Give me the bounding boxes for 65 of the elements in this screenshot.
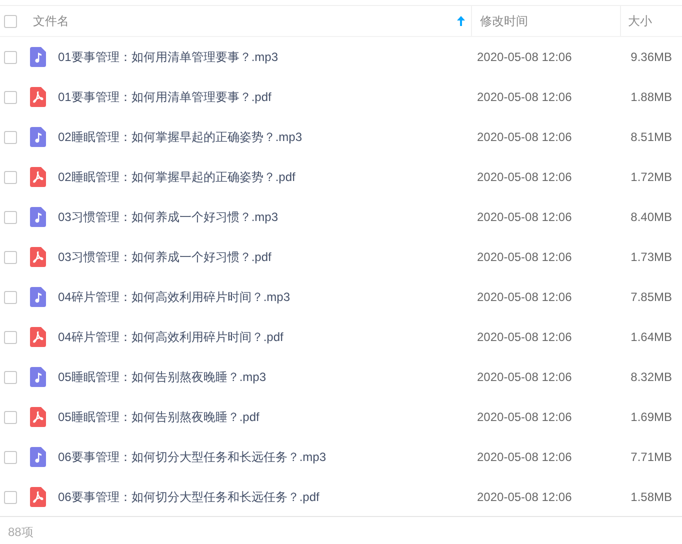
file-size: 1.72MB [630, 169, 673, 186]
row-checkbox[interactable] [4, 370, 17, 384]
file-name[interactable]: 01要事管理：如何用清单管理要事？.mp3 [58, 48, 470, 66]
modified-time: 2020-05-08 12:06 [476, 249, 573, 266]
file-name[interactable]: 03习惯管理：如何养成一个好习惯？.pdf [58, 248, 470, 266]
column-header[interactable]: 文件名 [33, 12, 457, 30]
audio-file-icon [30, 47, 46, 67]
file-size: 7.85MB [630, 289, 673, 306]
row-checkbox[interactable] [4, 50, 17, 64]
pdf-file-icon [30, 487, 46, 507]
pdf-file-icon [30, 327, 46, 347]
file-name[interactable]: 05睡眠管理：如何告别熬夜晚睡？.pdf [58, 408, 470, 426]
audio-file-icon [30, 287, 46, 307]
file-name[interactable]: 02睡眠管理：如何掌握早起的正确姿势？.pdf [58, 168, 470, 186]
file-size: 1.64MB [630, 329, 673, 346]
modified-time: 2020-05-08 12:06 [476, 409, 573, 426]
audio-file-icon [30, 207, 46, 227]
audio-file-icon [30, 447, 46, 467]
modified-time: 2020-05-08 12:06 [476, 49, 573, 66]
file-name[interactable]: 02睡眠管理：如何掌握早起的正确姿势？.mp3 [58, 128, 470, 146]
pdf-file-icon [30, 247, 46, 267]
pdf-file-icon [30, 167, 46, 187]
row-checkbox[interactable] [4, 490, 17, 504]
select-all-checkbox[interactable] [4, 14, 17, 28]
file-size: 8.51MB [630, 129, 673, 146]
modified-time: 2020-05-08 12:06 [476, 129, 573, 146]
row-checkbox[interactable] [4, 330, 17, 344]
file-name[interactable]: 04碎片管理：如何高效利用碎片时间？.pdf [58, 328, 470, 346]
modified-time: 2020-05-08 12:06 [476, 369, 573, 386]
modified-time: 2020-05-08 12:06 [476, 289, 573, 306]
file-size: 8.40MB [630, 209, 673, 226]
file-name[interactable]: 05睡眠管理：如何告别熬夜晚睡？.mp3 [58, 368, 470, 386]
pdf-file-icon [30, 87, 46, 107]
file-size: 8.32MB [630, 369, 673, 386]
audio-file-icon [30, 367, 46, 387]
row-checkbox[interactable] [4, 130, 17, 144]
file-size: 1.88MB [630, 89, 673, 106]
item-count: 88项 [8, 525, 34, 539]
file-size: 1.58MB [630, 489, 673, 506]
row-checkbox[interactable] [4, 210, 17, 224]
file-size: 9.36MB [630, 49, 673, 66]
row-checkbox[interactable] [4, 90, 17, 104]
row-checkbox[interactable] [4, 250, 17, 264]
modified-time: 2020-05-08 12:06 [476, 169, 573, 186]
file-size: 1.69MB [630, 409, 673, 426]
file-name[interactable]: 03习惯管理：如何养成一个好习惯？.mp3 [58, 208, 470, 226]
file-size: 7.71MB [630, 449, 673, 466]
row-checkbox[interactable] [4, 410, 17, 424]
modified-time: 2020-05-08 12:06 [476, 329, 573, 346]
modified-time: 2020-05-08 12:06 [476, 449, 573, 466]
file-name[interactable]: 04碎片管理：如何高效利用碎片时间？.mp3 [58, 288, 470, 306]
row-checkbox[interactable] [4, 450, 17, 464]
pdf-file-icon [30, 407, 46, 427]
file-name[interactable]: 06要事管理：如何切分大型任务和长远任务？.pdf [58, 488, 470, 506]
audio-file-icon [30, 127, 46, 147]
modified-time: 2020-05-08 12:06 [476, 489, 573, 506]
row-checkbox[interactable] [4, 290, 17, 304]
file-name[interactable]: 06要事管理：如何切分大型任务和长远任务？.mp3 [58, 448, 470, 466]
modified-time: 2020-05-08 12:06 [476, 89, 573, 106]
file-name[interactable]: 01要事管理：如何用清单管理要事？.pdf [58, 88, 470, 106]
column-header[interactable]: 大小 [621, 12, 682, 30]
modified-time: 2020-05-08 12:06 [476, 209, 573, 226]
file-size: 1.73MB [630, 249, 673, 266]
column-header[interactable]: 修改时间 [472, 12, 620, 30]
row-checkbox[interactable] [4, 170, 17, 184]
